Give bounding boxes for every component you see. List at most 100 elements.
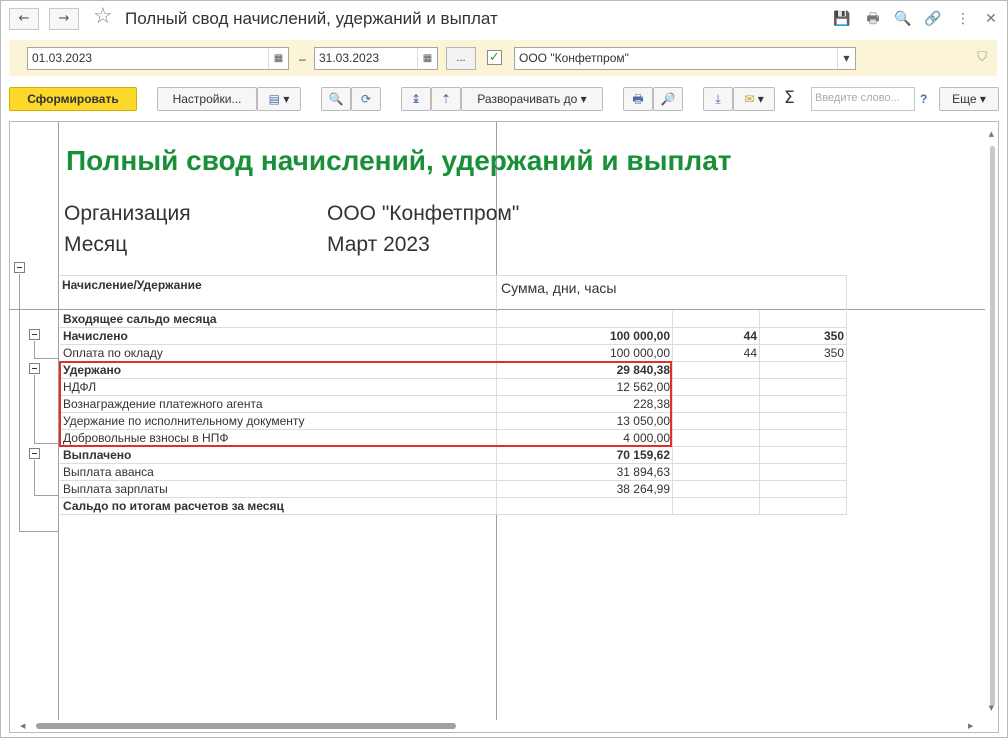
collapse-group-icon[interactable] bbox=[14, 262, 25, 273]
vertical-scrollbar[interactable]: ▲ ▼ bbox=[984, 122, 998, 732]
preview-icon: 🔎 bbox=[660, 92, 676, 106]
scrollbar-thumb[interactable] bbox=[990, 146, 995, 706]
find-next-button[interactable]: ⟳ bbox=[351, 87, 381, 111]
print-button[interactable]: 🖶 bbox=[623, 87, 653, 111]
tree-line bbox=[34, 495, 59, 496]
help-icon[interactable]: ? bbox=[920, 92, 927, 106]
scroll-up-icon[interactable]: ▲ bbox=[989, 130, 994, 138]
param-value-organization: ООО "Конфетпром" bbox=[327, 202, 520, 225]
row-name: Входящее сальдо месяца bbox=[63, 312, 217, 326]
generate-button[interactable]: Сформировать bbox=[9, 87, 137, 111]
tree-line bbox=[19, 531, 59, 532]
chevron-down-icon[interactable]: ▼ bbox=[837, 48, 855, 69]
link-icon[interactable]: 🔗 bbox=[923, 9, 943, 29]
collapse-group-icon[interactable] bbox=[29, 448, 40, 459]
table-row[interactable]: Выплачено 70 159,62 bbox=[60, 447, 847, 464]
forward-icon[interactable]: → bbox=[49, 8, 79, 30]
grid-line bbox=[672, 379, 673, 396]
save-to-file-button[interactable]: ⤓ bbox=[703, 87, 733, 111]
row-gridlines bbox=[60, 345, 847, 362]
grid-line bbox=[759, 362, 760, 379]
table-row[interactable]: Входящее сальдо месяца bbox=[60, 311, 847, 328]
back-icon[interactable]: ← bbox=[9, 8, 39, 30]
expand-to-button[interactable]: Разворачивать до ▾ bbox=[461, 87, 603, 111]
grid-line bbox=[759, 464, 760, 481]
favorite-star-icon[interactable]: ☆ bbox=[93, 4, 113, 30]
date-to-field[interactable]: 31.03.2023 ▦ bbox=[314, 47, 438, 70]
search-input[interactable]: Введите слово... bbox=[811, 87, 915, 111]
caret-icon: ▾ bbox=[979, 92, 986, 106]
table-row[interactable]: Начислено 100 000,00 44 350 bbox=[60, 328, 847, 345]
grid-line bbox=[10, 309, 985, 310]
mail-icon: ✉ bbox=[744, 92, 755, 106]
preview-icon[interactable]: 🔍 bbox=[893, 9, 913, 29]
select-period-button[interactable]: ... bbox=[446, 47, 476, 70]
sort-icon: ↨ bbox=[410, 92, 422, 106]
table-row[interactable]: Выплата аванса 31 894,63 bbox=[60, 464, 847, 481]
search-icon: 🔍 bbox=[328, 92, 344, 106]
grid-line bbox=[672, 328, 673, 345]
row-sum: 31 894,63 bbox=[616, 465, 670, 479]
row-name: Выплата зарплаты bbox=[63, 482, 168, 496]
grid-line bbox=[496, 276, 497, 310]
row-gridlines bbox=[60, 464, 847, 481]
grid-line bbox=[672, 430, 673, 447]
settings-button[interactable]: Настройки... bbox=[157, 87, 257, 111]
print-icon: 🖶 bbox=[632, 92, 644, 106]
header-sum-days-hours: Сумма, дни, часы bbox=[501, 280, 617, 296]
sort-ascending-button[interactable]: ↨ bbox=[401, 87, 431, 111]
grid-line bbox=[496, 311, 497, 328]
row-sum: 70 159,62 bbox=[616, 448, 670, 462]
send-email-button[interactable]: ✉ ▾ bbox=[733, 87, 775, 111]
sort-desc-icon: ⇡ bbox=[440, 92, 452, 106]
tree-line bbox=[34, 375, 35, 443]
grid-line bbox=[846, 447, 847, 464]
close-icon[interactable]: ✕ bbox=[981, 9, 1001, 29]
table-row[interactable]: Выплата зарплаты 38 264,99 bbox=[60, 481, 847, 498]
caret-icon: ▾ bbox=[757, 92, 764, 106]
grid-line bbox=[759, 413, 760, 430]
param-label-month: Месяц bbox=[64, 233, 128, 256]
row-name: Оплата по окладу bbox=[63, 346, 163, 360]
row-hours: 350 bbox=[823, 329, 844, 343]
collapse-group-icon[interactable] bbox=[29, 363, 40, 374]
table-row[interactable]: Сальдо по итогам расчетов за месяц bbox=[60, 498, 847, 515]
table-row[interactable]: Оплата по окладу 100 000,00 44 350 bbox=[60, 345, 847, 362]
tree-line bbox=[34, 358, 59, 359]
report-spreadsheet[interactable]: Полный свод начислений, удержаний и выпл… bbox=[9, 121, 999, 733]
more-icon[interactable]: ⋮ bbox=[953, 9, 973, 29]
scroll-down-icon[interactable]: ▼ bbox=[989, 704, 994, 712]
grid-line bbox=[496, 498, 497, 515]
grid-line bbox=[846, 328, 847, 345]
preview-button[interactable]: 🔎 bbox=[653, 87, 683, 111]
calendar-icon[interactable]: ▦ bbox=[417, 48, 437, 69]
grid-line bbox=[759, 481, 760, 498]
date-from-field[interactable]: 01.03.2023 ▦ bbox=[27, 47, 289, 70]
grid-line bbox=[496, 464, 497, 481]
grid-line bbox=[846, 311, 847, 328]
more-button[interactable]: Еще ▾ bbox=[939, 87, 999, 111]
row-days: 44 bbox=[743, 346, 757, 360]
find-button[interactable]: 🔍 bbox=[321, 87, 351, 111]
sort-descending-button[interactable]: ⇡ bbox=[431, 87, 461, 111]
collapse-group-icon[interactable] bbox=[29, 329, 40, 340]
organization-field[interactable]: ООО "Конфетпром" ▼ bbox=[514, 47, 856, 70]
filter-icon[interactable]: ⛉ bbox=[977, 50, 987, 65]
grid-line bbox=[496, 481, 497, 498]
scroll-right-icon[interactable]: ▶ bbox=[968, 722, 973, 730]
scroll-left-icon[interactable]: ◀ bbox=[20, 722, 25, 730]
organization-checkbox[interactable]: ✓ bbox=[487, 50, 502, 65]
scrollbar-thumb[interactable] bbox=[36, 723, 456, 729]
expand-to-label: Разворачивать до bbox=[477, 92, 578, 106]
sum-icon[interactable]: Σ bbox=[784, 88, 795, 108]
horizontal-scrollbar[interactable]: ◀ ▶ bbox=[10, 720, 998, 732]
row-name: Сальдо по итогам расчетов за месяц bbox=[63, 499, 284, 513]
grid-line bbox=[672, 498, 673, 515]
save-icon[interactable]: 💾 bbox=[832, 9, 852, 29]
tree-line bbox=[34, 460, 35, 495]
download-icon: ⤓ bbox=[715, 92, 721, 106]
variants-button[interactable]: ▤ ▾ bbox=[257, 87, 301, 111]
print-icon[interactable]: 🖶 bbox=[863, 9, 883, 29]
grid-line bbox=[672, 311, 673, 328]
calendar-icon[interactable]: ▦ bbox=[268, 48, 288, 69]
